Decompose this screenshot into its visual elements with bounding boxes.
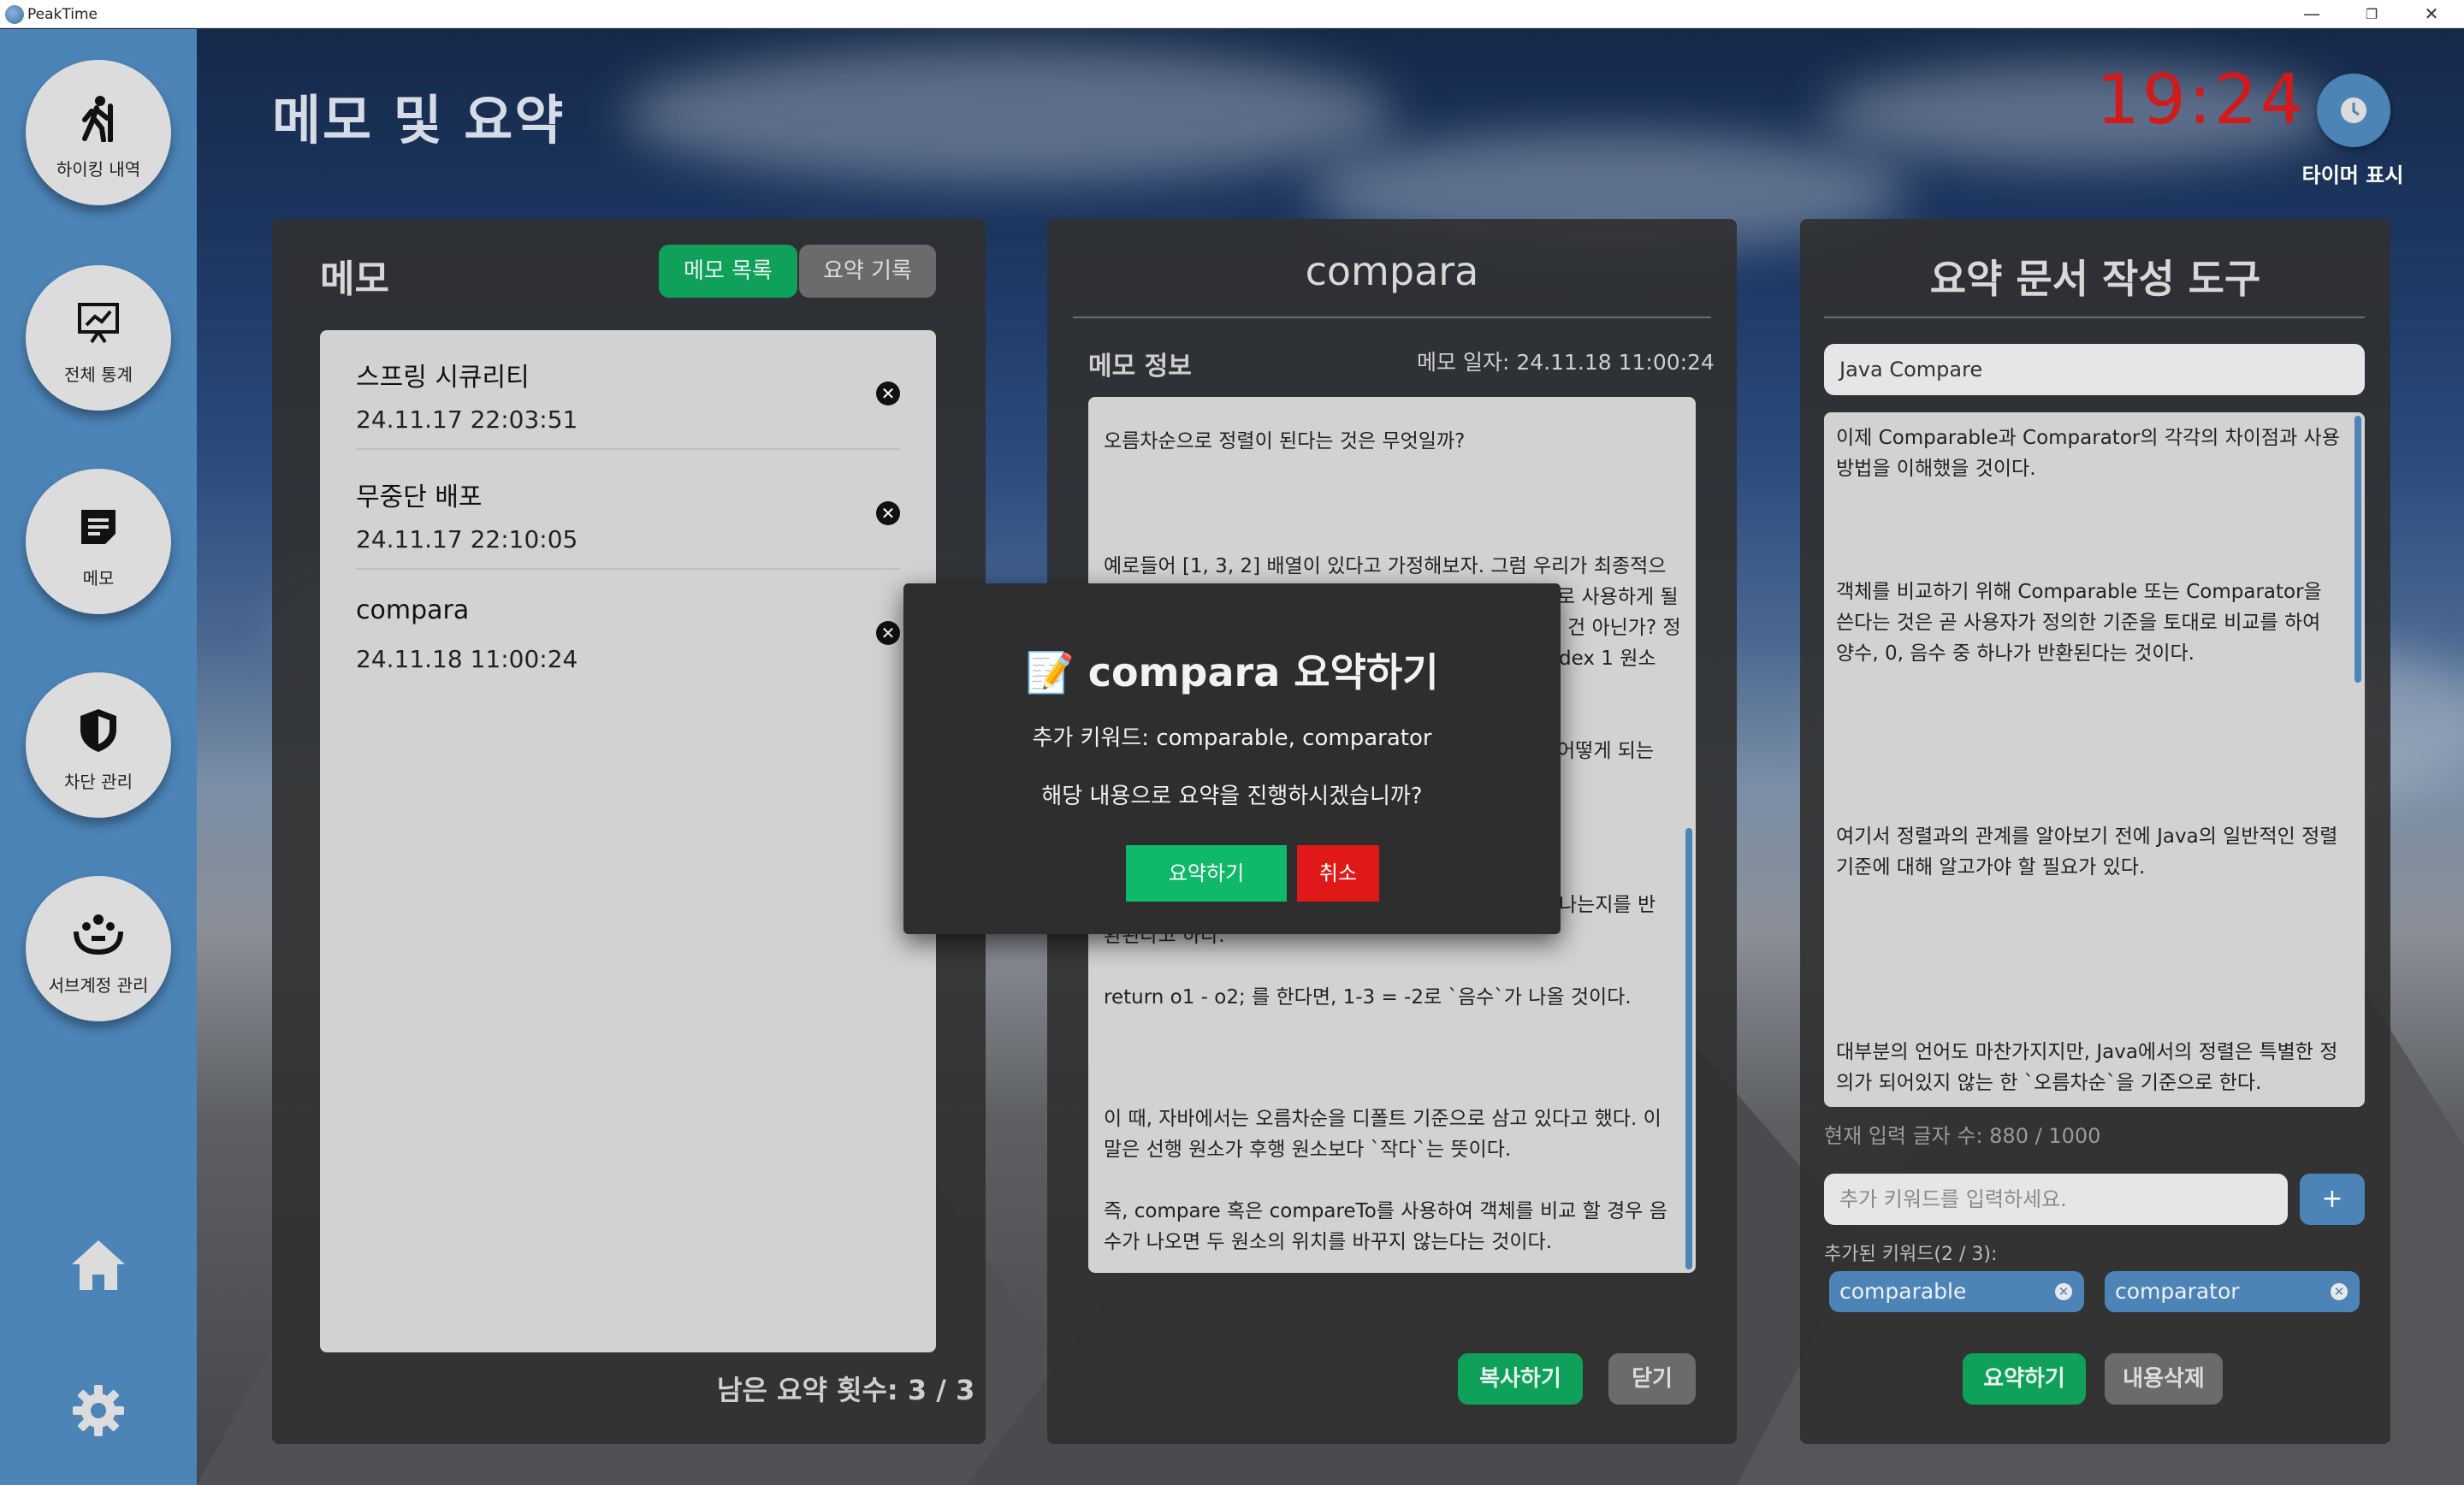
keyword-chip-text: comparator [2115,1279,2240,1304]
memo-content-scrollbar[interactable] [1685,828,1692,1269]
clear-content-button[interactable]: 내용삭제 [2105,1353,2223,1405]
summary-body-textarea[interactable]: 이제 Comparable과 Comparator의 각각의 차이점과 사용 방… [1824,412,2365,1107]
sidebar-item-statistics[interactable]: 전체 통계 [26,265,171,411]
memo-paragraph: 로 사용하게 될 [1557,586,1679,608]
memo-paragraph: 오름차순으로 정렬이 된다는 것은 무엇일까? [1104,430,1466,453]
remove-keyword-icon[interactable]: ✕ [2331,1283,2348,1300]
dialog-keywords: 추가 키워드: comparable, comparator [1032,725,1432,751]
shield-icon [26,705,171,756]
summarize-confirm-dialog: 📝 compara 요약하기 추가 키워드: comparable, compa… [903,583,1561,934]
gear-icon[interactable] [68,1381,128,1441]
tool-title-divider [1824,317,2365,318]
memo-paragraph: 어떻게 되는 [1557,740,1655,762]
chart-board-icon [26,298,171,349]
memo-paragraph: 건 아닌가? 정 [1567,617,1681,639]
dialog-title: 📝 compara 요약하기 [1025,649,1439,695]
add-keyword-button[interactable]: + [2300,1174,2365,1225]
sidebar-item-label: 차단 관리 [64,772,133,792]
memo-list-item[interactable]: 스프링 시큐리티 24.11.17 22:03:51 ✕ [356,330,900,450]
summary-paragraph: 객체를 비교하기 위해 Comparable 또는 Comparator을 쓴다… [1836,581,2322,665]
memo-item-date: 24.11.17 22:10:05 [356,525,578,553]
hiker-icon [26,92,171,144]
memo-date: 메모 일자: 24.11.18 11:00:24 [1417,350,1715,375]
memo-list-item[interactable]: 무중단 배포 24.11.17 22:10:05 ✕ [356,450,900,570]
summarize-button[interactable]: 요약하기 [1963,1353,2086,1405]
memo-detail-title: compara [1305,248,1479,294]
memo-item-title: 스프링 시큐리티 [356,363,530,393]
memo-item-date: 24.11.18 11:00:24 [356,645,578,673]
sidebar-item-memo[interactable]: 메모 [26,469,171,614]
memo-paragraph: 나는지를 반 [1559,894,1656,916]
remove-keyword-icon[interactable]: ✕ [2055,1283,2072,1300]
memo-item-date: 24.11.17 22:03:51 [356,405,578,434]
home-icon[interactable] [68,1235,128,1295]
delete-memo-icon[interactable]: ✕ [876,382,900,405]
cancel-button[interactable]: 취소 [1297,845,1379,902]
sidebar-item-block-management[interactable]: 차단 관리 [26,672,171,818]
sidebar-item-label: 서브계정 관리 [48,975,149,996]
copy-button[interactable]: 복사하기 [1458,1353,1583,1405]
timer-label: 타이머 표시 [2301,163,2404,187]
summary-paragraph: 이제 Comparable과 Comparator의 각각의 차이점과 사용 방… [1836,427,2340,480]
page-title: 메모 및 요약 [272,89,566,151]
app-title: PeakTime [27,6,98,23]
added-keywords-label: 추가된 키워드(2 / 3): [1824,1244,1998,1265]
memo-paragraph: return o1 - o2; 를 한다면, 1-3 = -2로 `음수`가 나… [1104,986,1632,1009]
memo-icon [26,501,171,553]
summary-body-scrollbar[interactable] [2354,416,2361,683]
char-count: 현재 입력 글자 수: 880 / 1000 [1824,1124,2101,1148]
clock-icon [2341,98,2366,123]
summary-tool-title: 요약 문서 작성 도구 [1929,256,2261,302]
summary-paragraph: 여기서 정렬과의 관계를 알아보기 전에 Java의 일반적인 정렬 기준에 대… [1836,825,2338,879]
timer-toggle-button[interactable] [2317,74,2390,147]
memo-item-title: 무중단 배포 [356,482,483,512]
dialog-question: 해당 내용으로 요약을 진행하시겠습니까? [1041,784,1423,809]
sidebar-item-label: 메모 [82,568,115,589]
sidebar-item-subaccount-management[interactable]: 서브계정 관리 [26,876,171,1021]
tab-summary-history[interactable]: 요약 기록 [799,245,936,298]
memo-paragraph: 이 때, 자바에서는 오름차순을 디폴트 기준으로 삼고 있다고 했다. 이 말… [1104,1108,1661,1161]
minimize-button[interactable]: — [2286,0,2337,28]
memo-panel-title: 메모 [320,257,389,301]
sidebar-item-label: 하이킹 내역 [56,159,141,180]
title-divider [1073,317,1711,318]
memo-list: 스프링 시큐리티 24.11.17 22:03:51 ✕ 무중단 배포 24.1… [320,330,936,1352]
delete-memo-icon[interactable]: ✕ [876,501,900,525]
delete-memo-icon[interactable]: ✕ [876,621,900,645]
memo-info-label: 메모 정보 [1088,352,1192,382]
memo-list-item[interactable]: compara 24.11.18 11:00:24 ✕ [356,570,900,689]
summary-title-input[interactable]: Java Compare [1824,344,2365,395]
close-button[interactable]: 닫기 [1608,1353,1696,1405]
app-logo-icon [5,5,24,24]
memo-paragraph: 즉, compare 혹은 compareTo를 사용하여 객체를 비교 할 경… [1104,1200,1667,1253]
memo-paragraph: dex 1 원소 [1559,648,1656,670]
keyword-input[interactable]: 추가 키워드를 입력하세요. [1824,1174,2288,1225]
group-hands-icon [26,908,171,960]
sidebar-item-hiking-history[interactable]: 하이킹 내역 [26,60,171,205]
keyword-chip: comparable ✕ [1829,1271,2084,1312]
sidebar: 하이킹 내역 전체 통계 메모 차단 관리 서브계정 관리 [0,29,197,1485]
restore-button[interactable]: ❐ [2346,0,2397,28]
close-window-button[interactable]: ✕ [2406,0,2457,28]
summary-paragraph: 대부분의 언어도 마찬가지지만, Java에서의 정렬은 특별한 정의가 되어있… [1836,1041,2338,1094]
remaining-summary-count: 남은 요약 횟수: 3 / 3 [717,1374,975,1406]
clock-display: 19:24 [2096,60,2307,139]
confirm-summarize-button[interactable]: 요약하기 [1126,845,1287,902]
memo-paragraph: 예로들어 [1, 3, 2] 배열이 있다고 가정해보자. 그럼 우리가 최종적… [1104,555,1667,577]
window-titlebar: PeakTime — ❐ ✕ [0,0,2464,28]
keyword-chip-text: comparable [1839,1279,1967,1304]
sidebar-item-label: 전체 통계 [64,364,133,385]
keyword-chip: comparator ✕ [2105,1271,2360,1312]
memo-item-title: compara [356,595,470,625]
tab-memo-list[interactable]: 메모 목록 [659,245,797,298]
